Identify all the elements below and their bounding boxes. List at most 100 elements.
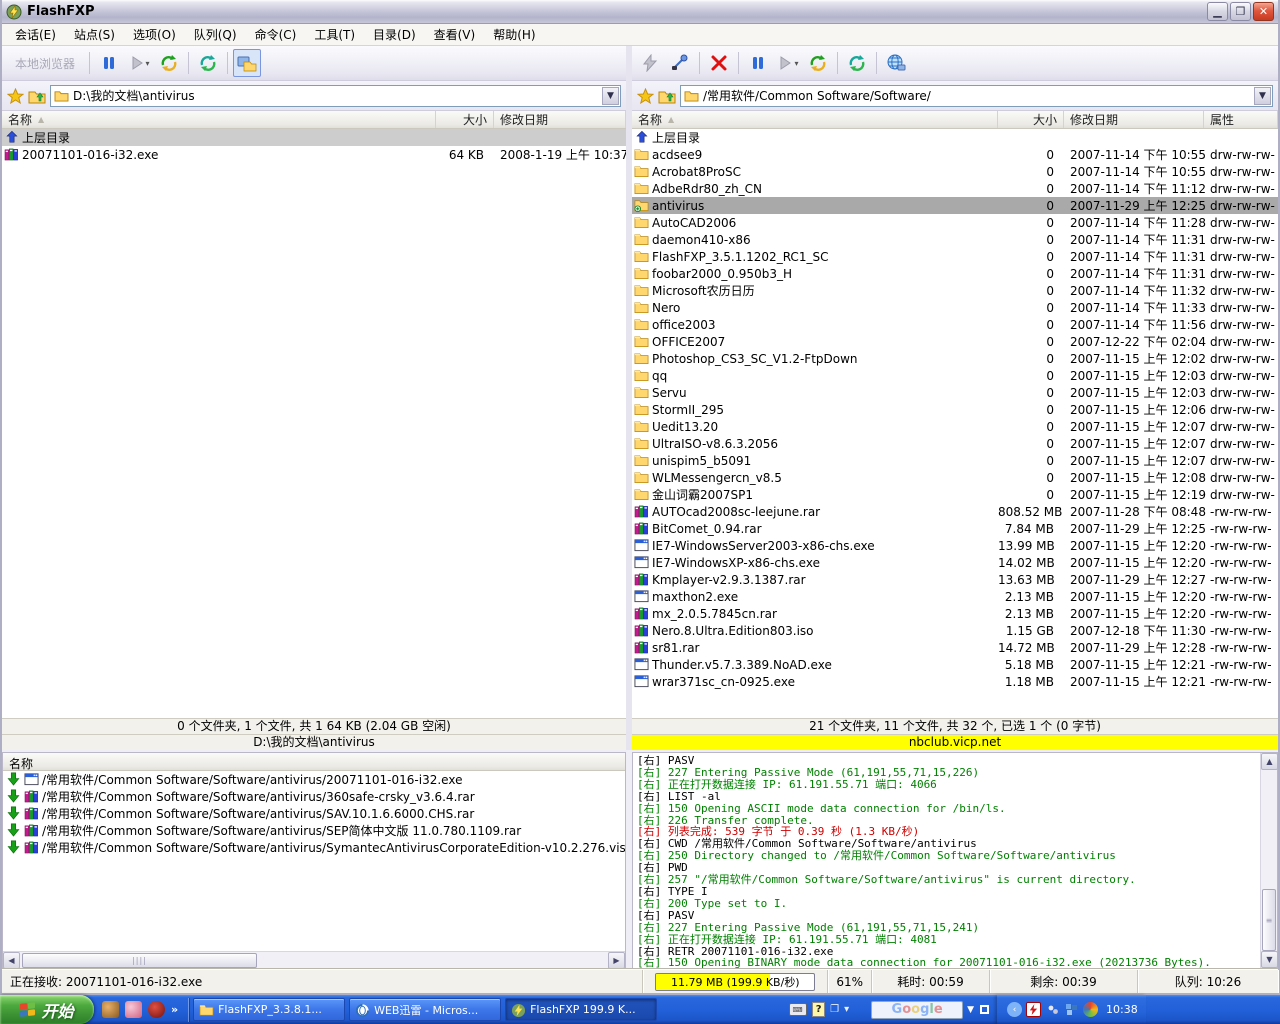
file-row[interactable]: 上层目录 xyxy=(2,129,626,146)
combo-dropdown-button[interactable]: ▼ xyxy=(602,87,619,105)
file-row[interactable]: Kmplayer-v2.9.3.1387.rar13.63 MB2007-11-… xyxy=(632,571,1278,588)
file-row[interactable]: AutoCAD200602007-11-14 下午 11:28drw-rw-rw… xyxy=(632,214,1278,231)
file-row[interactable]: wrar371sc_cn-0925.exe1.18 MB2007-11-15 上… xyxy=(632,673,1278,690)
file-row[interactable]: antivirus02007-11-29 上午 12:25drw-rw-rw- xyxy=(632,197,1278,214)
tray-thunder-icon[interactable] xyxy=(1026,1002,1041,1017)
file-row[interactable]: UltraISO-v8.6.3.205602007-11-15 上午 12:07… xyxy=(632,435,1278,452)
file-row[interactable]: OFFICE200702007-12-22 下午 02:04drw-rw-rw- xyxy=(632,333,1278,350)
scrollbar-track[interactable] xyxy=(257,952,608,968)
file-row[interactable]: qq02007-11-15 上午 12:03drw-rw-rw- xyxy=(632,367,1278,384)
scroll-right-button[interactable]: ▶ xyxy=(608,952,625,969)
file-row[interactable]: WLMessengercn_v8.502007-11-15 上午 12:08dr… xyxy=(632,469,1278,486)
scroll-down-button[interactable]: ▼ xyxy=(1261,951,1278,968)
file-row[interactable]: AdbeRdr80_zh_CN02007-11-14 下午 11:12drw-r… xyxy=(632,180,1278,197)
file-row[interactable]: IE7-WindowsServer2003-x86-chs.exe13.99 M… xyxy=(632,537,1278,554)
quicklaunch-icon-2[interactable] xyxy=(125,1001,142,1018)
file-row[interactable]: maxthon2.exe2.13 MB2007-11-15 上午 12:20-r… xyxy=(632,588,1278,605)
remote-path-combobox[interactable]: /常用软件/Common Software/Software/ ▼ xyxy=(680,85,1273,107)
queue-item[interactable]: /常用软件/Common Software/Software/antivirus… xyxy=(3,788,625,805)
file-row[interactable]: foobar2000_0.950b3_H02007-11-14 下午 11:31… xyxy=(632,265,1278,282)
file-row[interactable]: office200302007-11-14 下午 11:56drw-rw-rw- xyxy=(632,316,1278,333)
menu-item[interactable]: 工具(T) xyxy=(305,24,364,45)
column-header-name[interactable]: 名称▲ xyxy=(2,111,436,128)
quick-connect-button[interactable] xyxy=(636,49,664,77)
queue-horizontal-scrollbar[interactable]: ◀ |||| ▶ xyxy=(3,951,625,968)
language-restore-icon[interactable]: ❐ xyxy=(830,1004,839,1015)
local-path-combobox[interactable]: D:\我的文档\antivirus ▼ xyxy=(50,85,621,107)
file-row[interactable]: Microsoft农历日历02007-11-14 下午 11:32drw-rw-… xyxy=(632,282,1278,299)
pause-transfer-button[interactable] xyxy=(95,49,123,77)
file-row[interactable]: 上层目录 xyxy=(632,129,1278,146)
file-row[interactable]: Nero02007-11-14 下午 11:33drw-rw-rw- xyxy=(632,299,1278,316)
scrollbar-thumb[interactable]: ≡ xyxy=(1262,889,1276,951)
toolbar-restore-icon[interactable] xyxy=(980,1005,989,1014)
log-vertical-scrollbar[interactable]: ▲ ≡ ▼ xyxy=(1260,753,1277,968)
refresh-button[interactable] xyxy=(194,49,222,77)
file-row[interactable]: acdsee902007-11-14 下午 10:55drw-rw-rw- xyxy=(632,146,1278,163)
file-row[interactable]: 20071101-016-i32.exe64 KB2008-1-19 上午 10… xyxy=(2,146,626,163)
column-header-date[interactable]: 修改日期 xyxy=(494,111,626,128)
task-button[interactable]: FlashFXP_3.3.8.1... xyxy=(193,998,345,1021)
language-help-icon[interactable]: ? xyxy=(812,1002,825,1017)
file-row[interactable]: daemon410-x8602007-11-14 下午 11:31drw-rw-… xyxy=(632,231,1278,248)
menu-item[interactable]: 查看(V) xyxy=(425,24,485,45)
file-row[interactable]: sr81.rar14.72 MB2007-11-29 上午 12:28-rw-r… xyxy=(632,639,1278,656)
file-row[interactable]: 金山词霸2007SP102007-11-15 上午 12:19drw-rw-rw… xyxy=(632,486,1278,503)
column-header-attr[interactable]: 属性 xyxy=(1204,111,1278,128)
column-header-size[interactable]: 大小 xyxy=(436,111,494,128)
quicklaunch-overflow-chevron[interactable]: » xyxy=(171,1003,178,1016)
start-queue-button[interactable]: ▾ xyxy=(774,49,802,77)
start-button[interactable]: 开始 xyxy=(0,995,94,1024)
favorites-star-icon[interactable] xyxy=(7,88,24,104)
restore-button[interactable]: ❐ xyxy=(1230,2,1251,21)
folder-view-toggle-button[interactable] xyxy=(233,49,261,77)
tray-browser-icon[interactable] xyxy=(1083,1002,1098,1017)
column-header-date[interactable]: 修改日期 xyxy=(1064,111,1204,128)
language-options-caret-icon[interactable]: ▾ xyxy=(844,1004,849,1015)
queue-item[interactable]: /常用软件/Common Software/Software/antivirus… xyxy=(3,805,625,822)
google-dropdown-caret-icon[interactable]: ▼ xyxy=(967,1005,974,1015)
file-row[interactable]: FlashFXP_3.5.1.1202_RC1_SC02007-11-14 下午… xyxy=(632,248,1278,265)
column-header-size[interactable]: 大小 xyxy=(998,111,1064,128)
quicklaunch-icon-3[interactable] xyxy=(148,1001,165,1018)
file-row[interactable]: Thunder.v5.7.3.389.NoAD.exe5.18 MB2007-1… xyxy=(632,656,1278,673)
task-button[interactable]: WEB迅雷 - Micros... xyxy=(349,998,501,1021)
column-header-name[interactable]: 名称▲ xyxy=(632,111,998,128)
refresh-button[interactable] xyxy=(843,49,871,77)
scroll-up-button[interactable]: ▲ xyxy=(1261,753,1278,770)
menu-item[interactable]: 帮助(H) xyxy=(484,24,544,45)
file-row[interactable]: StormII_29502007-11-15 上午 12:06drw-rw-rw… xyxy=(632,401,1278,418)
minimize-button[interactable]: ▁ xyxy=(1207,2,1228,21)
parent-folder-icon[interactable] xyxy=(658,88,676,104)
menu-item[interactable]: 选项(O) xyxy=(124,24,185,45)
menu-item[interactable]: 站点(S) xyxy=(65,24,124,45)
file-row[interactable]: mx_2.0.5.7845cn.rar2.13 MB2007-11-15 上午 … xyxy=(632,605,1278,622)
tray-utility-icon[interactable] xyxy=(1045,1002,1060,1017)
start-queue-button[interactable]: ▾ xyxy=(125,49,153,77)
favorites-star-icon[interactable] xyxy=(637,88,654,104)
quicklaunch-icon-1[interactable] xyxy=(102,1001,119,1018)
transfer-button[interactable] xyxy=(155,49,183,77)
file-row[interactable]: BitComet_0.94.rar7.84 MB2007-11-29 上午 12… xyxy=(632,520,1278,537)
file-row[interactable]: Servu02007-11-15 上午 12:03drw-rw-rw- xyxy=(632,384,1278,401)
site-manager-button[interactable] xyxy=(882,49,910,77)
keyboard-layout-icon[interactable]: ⌨ xyxy=(789,1003,807,1016)
file-row[interactable]: AUTOcad2008sc-leejune.rar808.52 MB2007-1… xyxy=(632,503,1278,520)
file-row[interactable]: Uedit13.2002007-11-15 上午 12:07drw-rw-rw- xyxy=(632,418,1278,435)
tray-collapse-chevron-icon[interactable]: ‹ xyxy=(1007,1002,1022,1017)
menu-item[interactable]: 命令(C) xyxy=(246,24,306,45)
transfer-button[interactable] xyxy=(804,49,832,77)
file-row[interactable]: unispim5_b509102007-11-15 上午 12:07drw-rw… xyxy=(632,452,1278,469)
file-row[interactable]: Nero.8.Ultra.Edition803.iso1.15 GB2007-1… xyxy=(632,622,1278,639)
menu-item[interactable]: 目录(D) xyxy=(364,24,425,45)
scrollbar-thumb[interactable]: |||| xyxy=(22,953,257,968)
google-search-box[interactable]: Google xyxy=(871,1001,963,1019)
scroll-left-button[interactable]: ◀ xyxy=(3,952,20,969)
tray-windows-icon[interactable] xyxy=(1064,1002,1079,1017)
parent-folder-icon[interactable] xyxy=(28,88,46,104)
menu-item[interactable]: 会话(E) xyxy=(6,24,65,45)
local-browser-button[interactable]: 本地浏览器 xyxy=(6,49,84,77)
menu-item[interactable]: 队列(Q) xyxy=(185,24,246,45)
pause-transfer-button[interactable] xyxy=(744,49,772,77)
close-button[interactable]: ✕ xyxy=(1253,2,1274,21)
